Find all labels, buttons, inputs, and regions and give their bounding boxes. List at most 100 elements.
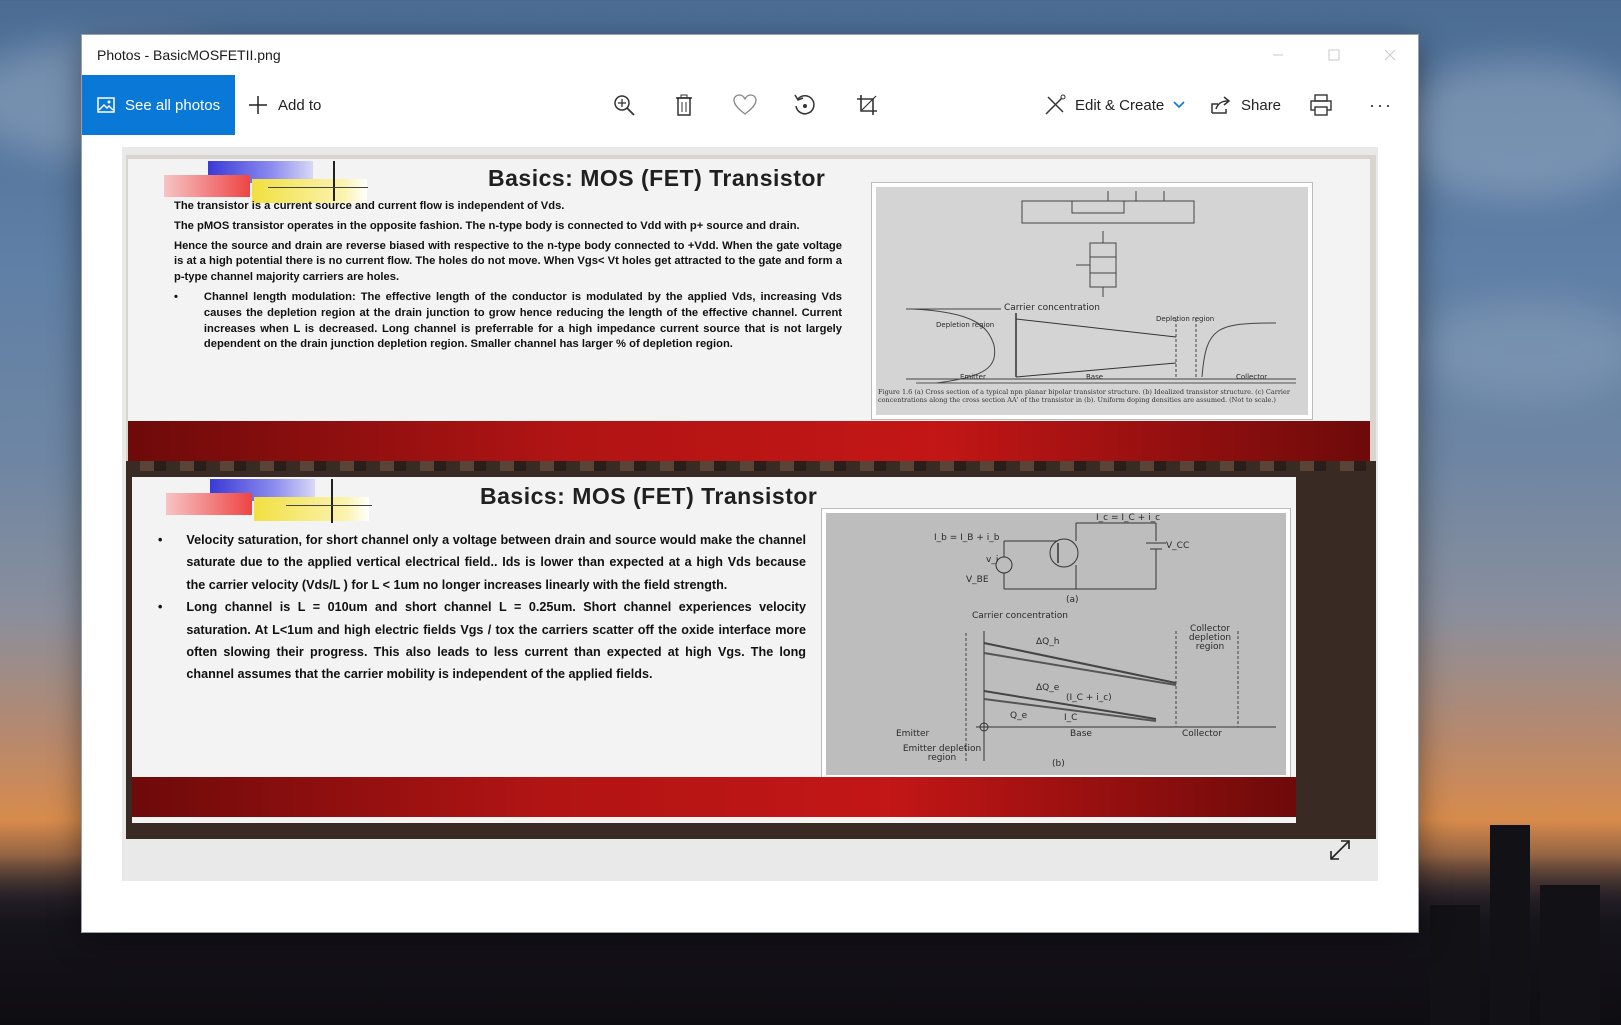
plus-icon: [249, 96, 267, 114]
maximize-icon: [1328, 49, 1340, 61]
figure-label: Base: [1070, 729, 1092, 739]
figure-label: (I_C + i_c): [1066, 693, 1112, 703]
slide-1-brick-strip: [126, 461, 1376, 471]
edit-create-icon: [1045, 94, 1066, 115]
slide-2-figure: I_c = I_C + i_c I_b = I_B + i_b V_CC v_i…: [822, 509, 1290, 779]
rotate-icon: [794, 94, 815, 115]
add-to-label: Add to: [278, 96, 322, 114]
window-title: Photos - BasicMOSFETII.png: [97, 47, 281, 63]
figure-label: Emitter depletion region: [902, 744, 982, 763]
more-options-button[interactable]: ···: [1363, 87, 1399, 123]
figure-label: ΔQ_e: [1036, 683, 1060, 693]
figure-label: (a): [1066, 595, 1079, 605]
slide-1-body: The transistor is a current source and c…: [174, 199, 842, 353]
slide-1-bullet: • Channel length modulation: The effecti…: [174, 290, 842, 353]
figure-label: V_CC: [1166, 541, 1190, 551]
figure-caption: Figure 1.6 (a) Cross section of a typica…: [878, 388, 1290, 404]
building: [1430, 905, 1480, 1025]
close-icon: [1384, 49, 1396, 61]
building: [1540, 885, 1600, 1025]
edit-create-button[interactable]: Edit & Create: [1044, 75, 1185, 135]
slide-2-bullet: • Long channel is L = 010um and short ch…: [158, 596, 806, 686]
title-bar: Photos - BasicMOSFETII.png: [82, 35, 1418, 75]
slide-1: Basics: MOS (FET) Transistor The transis…: [128, 159, 1370, 461]
decoration: [268, 187, 368, 188]
figure-label: v_i: [986, 555, 999, 565]
bullet-icon: •: [174, 290, 178, 303]
crop-button[interactable]: [849, 87, 885, 123]
zoom-button[interactable]: [606, 87, 642, 123]
figure-label: Depletion region: [1156, 315, 1215, 323]
see-all-photos-label: See all photos: [125, 96, 221, 114]
figure-label: (b): [1052, 759, 1065, 769]
figure-label: V_BE: [966, 575, 989, 585]
decoration: [254, 497, 369, 521]
figure-label: I_c = I_C + i_c: [1096, 513, 1161, 523]
more-icon: ···: [1369, 94, 1393, 115]
figure-label: Carrier concentration: [972, 611, 1068, 621]
photo-canvas[interactable]: Basics: MOS (FET) Transistor The transis…: [122, 147, 1378, 881]
decoration: [286, 505, 372, 506]
add-to-button[interactable]: Add to: [248, 95, 321, 115]
expand-icon: [1330, 840, 1350, 860]
fullscreen-button[interactable]: [1328, 838, 1352, 867]
slide-2-title: Basics: MOS (FET) Transistor: [480, 483, 818, 509]
slide-2-bullet: • Velocity saturation, for short channel…: [158, 529, 806, 596]
toolbar: See all photos Add to Edit & Create Shar…: [82, 75, 1418, 135]
figure-label: Base: [1086, 373, 1104, 381]
slide-1-frame: Basics: MOS (FET) Transistor The transis…: [126, 155, 1376, 471]
cloud: [1390, 60, 1621, 200]
share-label: Share: [1241, 96, 1282, 114]
figure-label: Emitter: [896, 729, 930, 739]
figure-label: Collector depletion region: [1188, 624, 1232, 652]
close-button[interactable]: [1362, 35, 1418, 75]
figure-label: Carrier concentration: [1004, 303, 1100, 313]
delete-button[interactable]: [666, 87, 702, 123]
decoration: [166, 493, 252, 515]
see-all-photos-button[interactable]: See all photos: [82, 75, 235, 135]
bullet-icon: •: [158, 600, 163, 615]
print-button[interactable]: [1303, 87, 1339, 123]
slide-1-paragraph: The pMOS transistor operates in the oppo…: [174, 219, 800, 232]
slide-2-bullet-text: Velocity saturation, for short channel o…: [186, 533, 806, 592]
figure-label: ΔQ_h: [1036, 637, 1060, 647]
figure-label: Collector: [1236, 373, 1268, 381]
decoration: [164, 175, 250, 197]
slide-1-footer-band: [128, 421, 1370, 461]
window-controls: [1250, 35, 1418, 75]
slide-2-bullet-text: Long channel is L = 010um and short chan…: [186, 600, 806, 682]
maximize-button[interactable]: [1306, 35, 1362, 75]
slide-1-title: Basics: MOS (FET) Transistor: [488, 165, 826, 191]
figure-label: I_C: [1064, 713, 1078, 723]
cloud: [1420, 300, 1621, 400]
chevron-down-icon: [1173, 101, 1185, 109]
figure-label: Depletion region: [936, 321, 995, 329]
share-icon: [1211, 96, 1231, 114]
slide-1-figure: Carrier concentration Depletion region D…: [872, 183, 1312, 419]
rotate-button[interactable]: [787, 87, 823, 123]
building: [1490, 825, 1530, 1025]
figure-label: Collector: [1182, 729, 1223, 739]
minimize-button[interactable]: [1250, 35, 1306, 75]
share-button[interactable]: Share: [1210, 75, 1281, 135]
slide-1-bullet-text: Channel length modulation: The effective…: [203, 290, 842, 351]
bullet-icon: •: [158, 533, 163, 547]
figure-label: Emitter: [960, 373, 986, 381]
figure-label: Q_e: [1010, 711, 1028, 721]
favorite-button[interactable]: [727, 87, 763, 123]
photo-icon: [97, 97, 115, 113]
decoration: [331, 479, 333, 523]
edit-create-label: Edit & Create: [1075, 96, 1165, 114]
minimize-icon: [1273, 54, 1283, 56]
decoration: [333, 161, 335, 201]
print-icon: [1310, 94, 1332, 116]
slide-2: Basics: MOS (FET) Transistor • Velocity …: [132, 477, 1296, 823]
zoom-in-icon: [614, 95, 635, 116]
crop-icon: [857, 95, 877, 115]
heart-icon: [733, 94, 757, 115]
slide-2-body: • Velocity saturation, for short channel…: [158, 529, 806, 686]
slide-1-paragraph: Hence the source and drain are reverse b…: [174, 239, 842, 284]
slide-2-frame: Basics: MOS (FET) Transistor • Velocity …: [126, 471, 1376, 839]
figure-label: I_b = I_B + i_b: [934, 533, 1000, 543]
slide-1-paragraph: The transistor is a current source and c…: [174, 200, 565, 212]
